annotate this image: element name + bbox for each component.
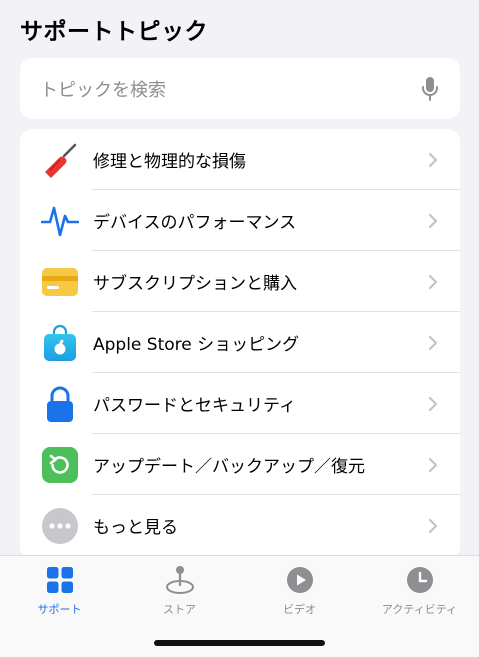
topic-row-performance[interactable]: デバイスのパフォーマンス — [20, 190, 460, 251]
chevron-right-icon — [428, 213, 440, 229]
tab-label: サポート — [37, 603, 82, 616]
joystick-icon — [165, 565, 195, 595]
chevron-right-icon — [428, 152, 440, 168]
topic-label: サブスクリプションと購入 — [93, 274, 297, 294]
topic-label: デバイスのパフォーマンス — [93, 213, 297, 233]
restore-icon — [41, 446, 79, 484]
topic-label: パスワードとセキュリティ — [93, 396, 296, 416]
topic-row-subscriptions[interactable]: サブスクリプションと購入 — [20, 251, 460, 312]
grid-icon — [45, 565, 75, 595]
chevron-right-icon — [428, 518, 440, 534]
page-title: サポートトピック — [20, 19, 208, 45]
tab-support[interactable]: サポート — [0, 565, 119, 619]
topic-label: 修理と物理的な損傷 — [93, 152, 246, 172]
tab-video[interactable]: ビデオ — [240, 565, 359, 619]
microphone-icon[interactable] — [420, 76, 440, 102]
play-icon — [285, 565, 315, 595]
topic-row-apple-store[interactable]: Apple Store ショッピング — [20, 312, 460, 373]
chevron-right-icon — [428, 274, 440, 290]
clock-icon — [405, 565, 435, 595]
topic-list: 修理と物理的な損傷 デバイスのパフォーマンス サブスクリプションと購入 Appl… — [20, 129, 460, 559]
tab-activity[interactable]: アクティビティ — [360, 565, 479, 619]
tab-label: ストア — [163, 603, 196, 616]
topic-label: アップデート／バックアップ／復元 — [93, 457, 365, 477]
chevron-right-icon — [428, 396, 440, 412]
search-input[interactable]: トピックを検索 — [40, 76, 420, 102]
apple-store-bag-icon — [41, 324, 79, 362]
topic-row-password-security[interactable]: パスワードとセキュリティ — [20, 373, 460, 434]
topic-label: Apple Store ショッピング — [93, 335, 300, 355]
tab-label: アクティビティ — [381, 603, 458, 616]
lock-icon — [41, 385, 79, 423]
home-indicator[interactable] — [154, 640, 325, 646]
topic-row-repair[interactable]: 修理と物理的な損傷 — [20, 129, 460, 190]
topic-label: もっと見る — [93, 518, 178, 538]
tab-label: ビデオ — [283, 603, 316, 616]
screwdriver-icon — [41, 141, 79, 179]
credit-card-icon — [41, 263, 79, 301]
search-bar[interactable]: トピックを検索 — [20, 58, 460, 119]
more-icon — [41, 507, 79, 545]
heartbeat-icon — [41, 202, 79, 240]
topic-row-more[interactable]: もっと見る — [20, 495, 460, 556]
topic-row-update-backup-restore[interactable]: アップデート／バックアップ／復元 — [20, 434, 460, 495]
chevron-right-icon — [428, 457, 440, 473]
tab-store[interactable]: ストア — [120, 565, 239, 619]
chevron-right-icon — [428, 335, 440, 351]
